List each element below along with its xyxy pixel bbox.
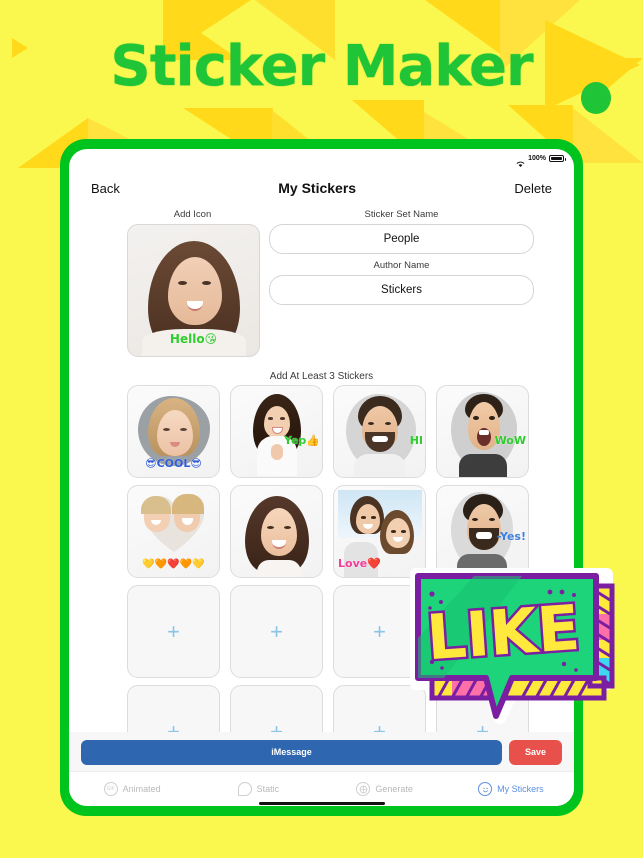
sticker-slot-10[interactable]: + (230, 585, 323, 678)
wifi-icon (516, 155, 525, 167)
gif-icon: GIF (103, 782, 118, 796)
sticker-label: 😎COOL😎 (145, 457, 202, 470)
add-icon-button[interactable]: Hello😘 (127, 224, 260, 357)
battery-percent: 100% (528, 154, 546, 162)
add-icon-caption: Add Icon (173, 209, 212, 220)
like-text: LIKE (424, 591, 582, 674)
header: Sticker Maker (0, 0, 643, 146)
name-fields: Sticker Set Name People Author Name Stic… (269, 209, 534, 311)
sticker-label: HI (409, 434, 423, 447)
imessage-button[interactable]: iMessage (81, 739, 502, 765)
sticker-label: Yep👍 (284, 434, 320, 447)
tab-label: Generate (375, 784, 413, 794)
tab-generate[interactable]: Generate (322, 782, 448, 796)
add-icon-section: Add Icon Hello😘 (127, 209, 260, 357)
grid-caption: Add At Least 3 Stickers (269, 371, 374, 382)
generate-icon (356, 782, 371, 796)
sticker-slot-9[interactable]: + (127, 585, 220, 678)
page-title: Sticker Maker (110, 34, 533, 99)
icon-sticker-text: Hello😘 (169, 332, 218, 346)
bubble-icon (237, 782, 252, 796)
tab-animated[interactable]: GIF Animated (69, 782, 195, 796)
author-name-input[interactable]: Stickers (269, 275, 534, 305)
sticker-hi[interactable]: HI (333, 385, 426, 478)
back-button[interactable]: Back (91, 181, 120, 196)
sticker-label: 💛🧡❤️🧡💛 (142, 559, 205, 570)
sticker-yes[interactable]: -Yes! (436, 485, 529, 578)
sticker-yep[interactable]: Yep👍 (230, 385, 323, 478)
sticker-portrait[interactable] (230, 485, 323, 578)
battery-icon (549, 154, 566, 162)
sticker-set-name-input[interactable]: People (269, 224, 534, 254)
sticker-photo (231, 486, 322, 577)
delete-button[interactable]: Delete (514, 181, 552, 196)
sticker-hearts[interactable]: 💛🧡❤️🧡💛 (127, 485, 220, 578)
tab-label: My Stickers (497, 784, 544, 794)
sticker-photo (334, 386, 425, 477)
smiley-icon (478, 782, 493, 796)
author-name-caption: Author Name (373, 260, 430, 271)
status-bar: 100% (69, 149, 574, 167)
action-bar: iMessage Save (69, 732, 574, 772)
screen-title: My Stickers (278, 180, 357, 196)
home-indicator (258, 802, 385, 805)
sticker-wow[interactable]: WoW (436, 385, 529, 478)
nav-bar: Back My Stickers Delete (69, 171, 574, 205)
tab-label: Static (256, 784, 280, 794)
sticker-cool[interactable]: 😎COOL😎 (127, 385, 220, 478)
tab-static[interactable]: Static (195, 782, 321, 796)
plus-icon: + (167, 618, 180, 644)
sticker-label: Love❤️ (338, 557, 381, 570)
tab-bar: GIF Animated Static Generate My Stickers (69, 771, 574, 806)
tab-label: Animated (122, 784, 161, 794)
set-name-caption: Sticker Set Name (364, 209, 439, 220)
sticker-love[interactable]: Love❤️ (333, 485, 426, 578)
sticker-set-form: Add Icon Hello😘 Sticker Set Name People (69, 209, 574, 359)
plus-icon: + (373, 618, 386, 644)
like-sticker: LIKE (404, 566, 619, 726)
tab-my-stickers[interactable]: My Stickers (448, 782, 574, 796)
save-button[interactable]: Save (509, 739, 562, 765)
sticker-label: WoW (494, 434, 526, 447)
sticker-photo (437, 386, 528, 477)
sticker-label: -Yes! (497, 530, 526, 543)
sticker-photo (231, 386, 322, 477)
plus-icon: + (270, 618, 283, 644)
